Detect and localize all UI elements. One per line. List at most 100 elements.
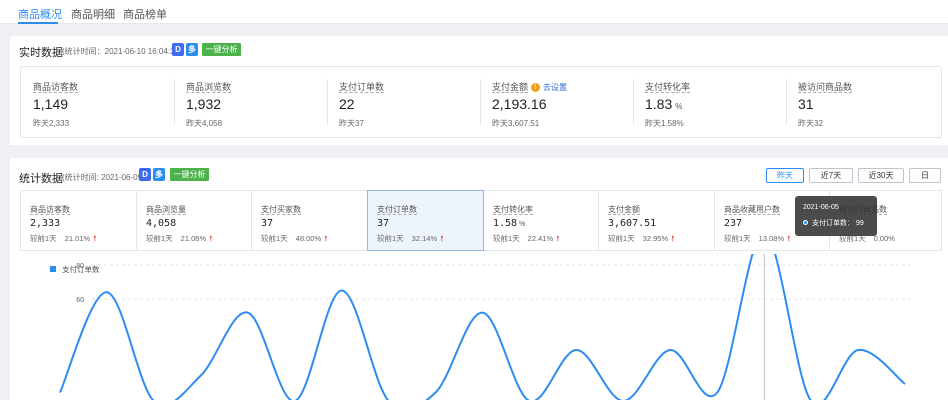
compare-percent: 22.41% xyxy=(527,234,554,243)
realtime-analyze-button[interactable]: 一键分析 xyxy=(202,43,241,56)
arrow-up-icon: 🠕 xyxy=(440,234,444,243)
metric-label: 被访问商品数 xyxy=(798,82,853,93)
lightning-icon[interactable]: 多 xyxy=(153,168,165,181)
tooltip-dot-icon xyxy=(803,220,808,225)
date-yesterday-button[interactable]: 昨天 xyxy=(766,168,804,183)
y-tick-label: 60 xyxy=(76,297,84,304)
chart-tooltip: 2021-06-05 支付订单数： 99 xyxy=(795,196,877,236)
compare-label: 较前1天 xyxy=(493,234,520,243)
metric-value: 1.58 xyxy=(493,218,518,229)
stats-metric[interactable]: 商品访客数 2,333 较前1天 21.01% 🠕 xyxy=(21,191,137,250)
warning-icon: ! xyxy=(531,83,541,92)
metric-label: 商品访客数 xyxy=(30,205,70,215)
metric-value: 37 xyxy=(261,218,274,229)
arrow-up-icon: 🠕 xyxy=(556,234,560,243)
stats-metric-active[interactable]: 支付订单数 37 较前1天 32.14% 🠕 xyxy=(367,190,484,251)
stats-metric[interactable]: 商品浏览量 4,058 较前1天 21.06% 🠕 xyxy=(137,191,252,250)
arrow-up-icon: 🠕 xyxy=(209,234,213,243)
stats-metric[interactable]: 支付金额 3,607.51 较前1天 32.95% 🠕 xyxy=(599,191,715,250)
metric-label: 支付转化率 xyxy=(493,205,533,215)
realtime-title: 实时数据 xyxy=(19,47,63,59)
tab-overview[interactable]: 商品概况 xyxy=(18,6,62,22)
compare-label: 较前1天 xyxy=(30,234,57,243)
tab-details[interactable]: 商品明细 xyxy=(71,6,115,22)
metric-unit: % xyxy=(519,221,526,228)
realtime-metric: 被访问商品数 31 昨天32 xyxy=(786,67,941,139)
metric-yesterday: 昨天37 xyxy=(339,119,364,128)
compare-percent: 21.06% xyxy=(180,234,207,243)
metric-yesterday: 昨天4,058 xyxy=(186,119,223,128)
y-tick-label: 80 xyxy=(76,263,84,270)
metric-label: 支付金额 xyxy=(492,82,529,93)
metric-label: 商品收藏用户数 xyxy=(724,205,780,215)
compare-percent: 13.08% xyxy=(758,234,785,243)
realtime-timestamp: (统计时间：2021-06-10 16:04:35) xyxy=(62,47,182,56)
tab-ranking[interactable]: 商品榜单 xyxy=(123,6,167,22)
compare-percent: 48.00% xyxy=(295,234,322,243)
metric-yesterday: 昨天2,333 xyxy=(33,119,70,128)
stats-timestamp: (统计时间: 2021-06-09) xyxy=(62,173,145,182)
compare-percent: 0.00% xyxy=(873,234,895,243)
d-icon[interactable]: D xyxy=(172,43,184,56)
realtime-metric: 商品访客数 1,149 昨天2,333 xyxy=(21,67,174,139)
metric-value: 31 xyxy=(798,96,814,112)
metric-label: 商品访客数 xyxy=(33,82,79,93)
arrow-up-icon: 🠕 xyxy=(787,234,791,243)
date-30days-button[interactable]: 近30天 xyxy=(858,168,904,183)
tooltip-value: 99 xyxy=(855,220,864,227)
lightning-icon[interactable]: 多 xyxy=(186,43,198,56)
compare-label: 较前1天 xyxy=(146,234,173,243)
realtime-metric: 支付订单数 22 昨天37 xyxy=(327,67,480,139)
compare-percent: 32.95% xyxy=(642,234,669,243)
metric-unit: % xyxy=(675,102,683,111)
arrow-up-icon: 🠕 xyxy=(93,234,97,243)
metric-label: 支付买家数 xyxy=(261,205,301,215)
metric-yesterday: 昨天32 xyxy=(798,119,823,128)
metric-value: 3,607.51 xyxy=(608,218,657,229)
metric-value: 237 xyxy=(724,218,743,229)
settings-link[interactable]: 去设置 xyxy=(543,83,567,92)
metric-label: 支付转化率 xyxy=(645,82,691,93)
tab-bar: 商品概况 商品明细 商品榜单 xyxy=(0,0,948,24)
d-icon[interactable]: D xyxy=(139,168,151,181)
chart-plot: 1008060 xyxy=(59,254,910,400)
compare-label: 较前1天 xyxy=(724,234,751,243)
tooltip-date: 2021-06-05 xyxy=(803,204,839,211)
metric-value: 22 xyxy=(339,96,355,112)
tooltip-label: 支付订单数： xyxy=(812,220,854,227)
stats-metric[interactable]: 支付买家数 37 较前1天 48.00% 🠕 xyxy=(252,191,368,250)
compare-label: 较前1天 xyxy=(261,234,288,243)
line-chart: 支付订单数 1008060 xyxy=(10,254,948,400)
series-line xyxy=(59,254,906,400)
metric-label: 支付订单数 xyxy=(377,205,417,215)
stats-metric[interactable]: 支付转化率 1.58% 较前1天 22.41% 🠕 xyxy=(484,191,599,250)
compare-label: 较前1天 xyxy=(377,234,404,243)
metric-label: 支付订单数 xyxy=(339,82,385,93)
metric-value: 37 xyxy=(377,218,390,229)
arrow-up-icon: 🠕 xyxy=(324,234,328,243)
realtime-panel: 实时数据 (统计时间：2021-06-10 16:04:35) D 多 一键分析… xyxy=(10,36,948,145)
tab-active-indicator xyxy=(18,22,58,24)
date-day-button[interactable]: 日 xyxy=(909,168,941,183)
metric-yesterday: 昨天1.58% xyxy=(645,119,684,128)
realtime-metric: 支付转化率 1.83% 昨天1.58% xyxy=(633,67,786,139)
metric-value: 1.83 xyxy=(645,96,673,112)
arrow-up-icon: 🠕 xyxy=(671,234,675,243)
compare-percent: 32.14% xyxy=(411,234,438,243)
realtime-metrics: 商品访客数 1,149 昨天2,333 商品浏览数 1,932 昨天4,058 … xyxy=(20,66,942,138)
compare-label: 较前1天 xyxy=(608,234,635,243)
metric-label: 商品浏览数 xyxy=(186,82,232,93)
date-7days-button[interactable]: 近7天 xyxy=(809,168,853,183)
metric-value: 1,932 xyxy=(186,96,222,112)
compare-percent: 21.01% xyxy=(64,234,91,243)
metric-value: 2,193.16 xyxy=(492,96,547,112)
stats-analyze-button[interactable]: 一键分析 xyxy=(170,168,209,181)
realtime-metric: 支付金额! 去设置 2,193.16 昨天3,607.51 xyxy=(480,67,633,139)
stats-title: 统计数据 xyxy=(19,173,63,185)
metric-value: 1,149 xyxy=(33,96,69,112)
metric-label: 支付金额 xyxy=(608,205,640,215)
metric-value: 4,058 xyxy=(146,218,177,229)
realtime-metric: 商品浏览数 1,932 昨天4,058 xyxy=(174,67,327,139)
metric-yesterday: 昨天3,607.51 xyxy=(492,119,540,128)
stats-panel: 统计数据 (统计时间: 2021-06-09) D 多 一键分析 昨天 近7天 … xyxy=(10,158,948,400)
